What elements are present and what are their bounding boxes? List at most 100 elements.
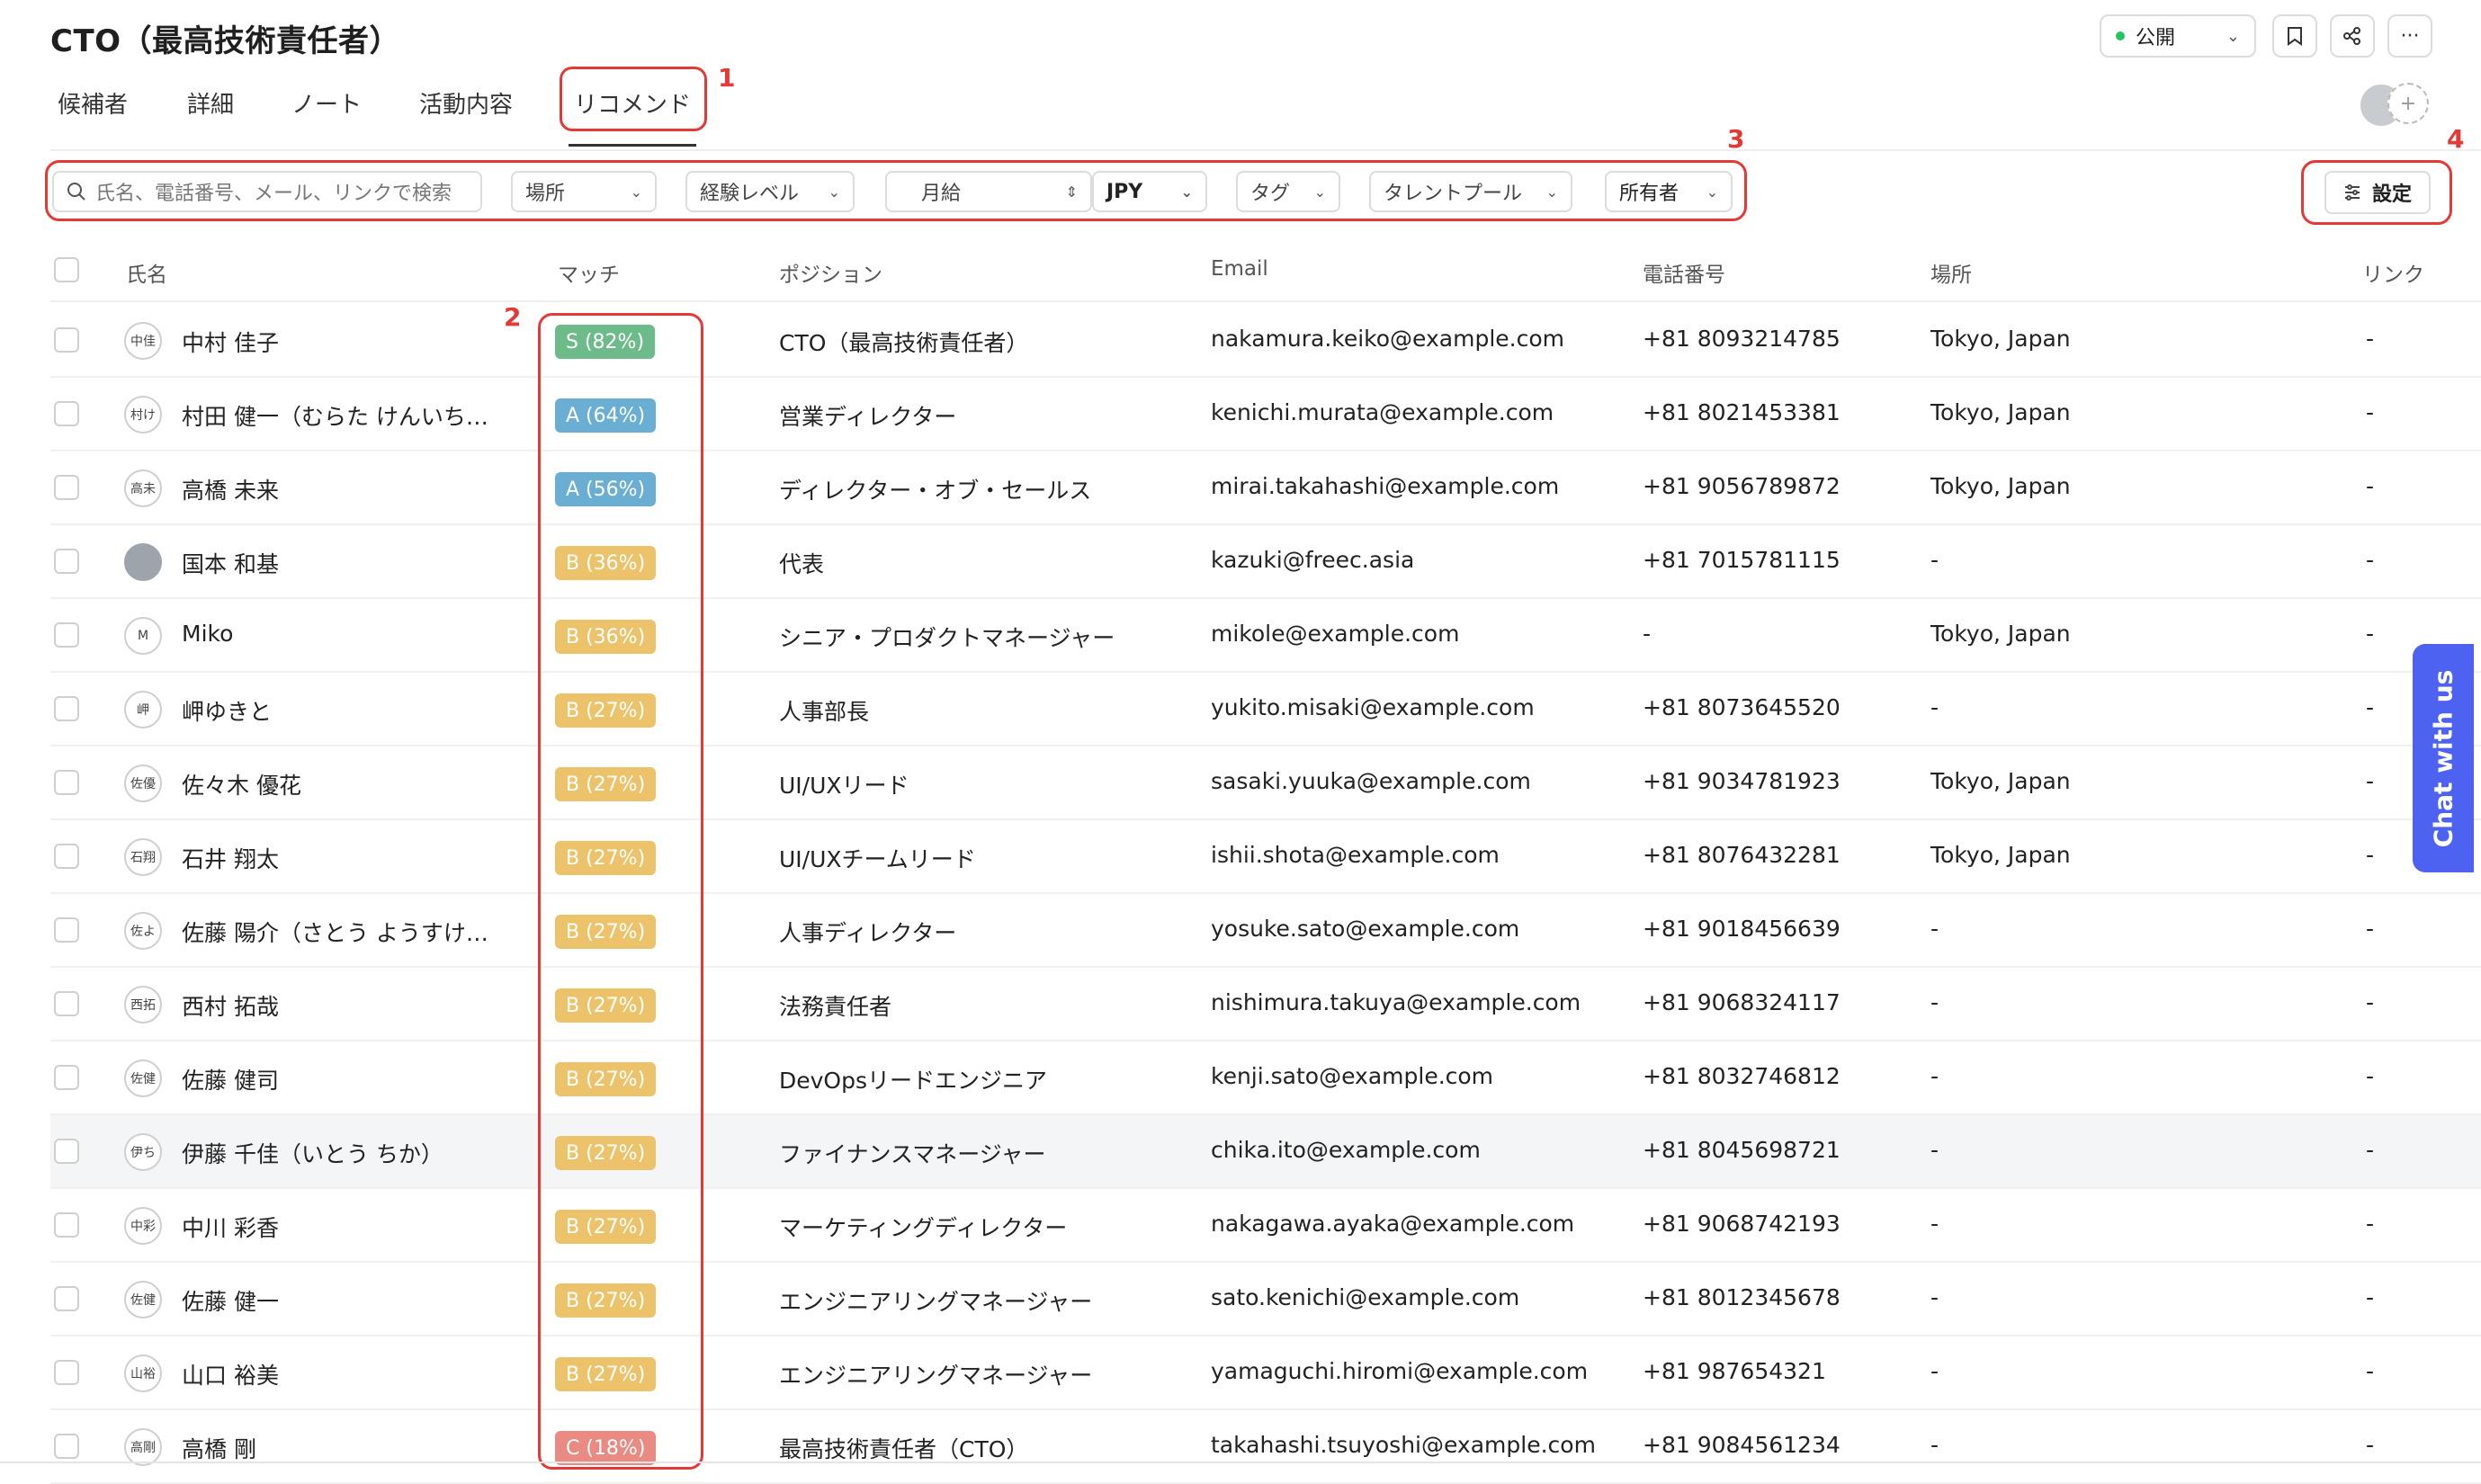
- table-row[interactable]: 中彩 B (27%) 中川 彩香 マーケティングディレクター nakagawa.ayak…: [50, 1189, 2481, 1263]
- collaborators[interactable]: +: [2359, 83, 2431, 128]
- table-row[interactable]: MB (36%) Miko シニア・プロダクトマネージャー mikole@exampl…: [50, 599, 2481, 673]
- table-row[interactable]: 伊ち B (27%) 伊藤 千佳（いとう ちか） ファイナンスマネージャー chika.…: [50, 1115, 2481, 1189]
- table-row[interactable]: 中佳 S (82%) 中村 佳子 CTO（最高技術責任者） nakamura.keiko…: [50, 304, 2481, 378]
- candidate-email[interactable]: kazuki@freec.asia: [1211, 547, 1414, 573]
- column-header-name[interactable]: 氏名: [126, 257, 167, 288]
- status-dot-icon: [2116, 31, 2125, 40]
- candidate-email[interactable]: yamaguchi.hiromi@example.com: [1211, 1358, 1588, 1384]
- row-checkbox[interactable]: [54, 1212, 79, 1238]
- candidate-name[interactable]: 岬ゆきと: [182, 694, 272, 727]
- row-checkbox[interactable]: [54, 401, 79, 426]
- candidate-name[interactable]: 佐藤 健一: [182, 1284, 279, 1317]
- add-collaborator-icon[interactable]: +: [2387, 83, 2429, 124]
- location-filter[interactable]: 場所 ⌄: [511, 171, 657, 212]
- candidate-name[interactable]: 佐藤 陽介（さとう ようすけ…: [182, 916, 488, 948]
- candidate-email[interactable]: nishimura.takuya@example.com: [1211, 989, 1581, 1015]
- candidate-name[interactable]: 村田 健一（むらた けんいち…: [182, 399, 488, 432]
- candidate-email[interactable]: nakagawa.ayaka@example.com: [1211, 1211, 1574, 1237]
- row-checkbox[interactable]: [54, 622, 79, 648]
- candidate-location: -: [1930, 547, 1939, 573]
- row-checkbox[interactable]: [54, 1286, 79, 1311]
- table-row[interactable]: 西拓 B (27%) 西村 拓哉 法務責任者 nishimura.takuya@exam…: [50, 968, 2481, 1041]
- candidate-email[interactable]: yosuke.sato@example.com: [1211, 916, 1519, 942]
- candidate-email[interactable]: kenichi.murata@example.com: [1211, 399, 1554, 425]
- candidate-name[interactable]: 伊藤 千佳（いとう ちか）: [182, 1137, 443, 1169]
- table-row[interactable]: 高未 A (56%) 高橋 未来 ディレクター・オブ・セールス mirai.takaha…: [50, 451, 2481, 525]
- tab-notes[interactable]: ノート: [291, 86, 362, 120]
- search-input[interactable]: 氏名、電話番号、メール、リンクで検索: [52, 171, 482, 212]
- tab-recommend[interactable]: リコメンド: [574, 86, 691, 120]
- row-checkbox[interactable]: [54, 991, 79, 1016]
- column-header-phone[interactable]: 電話番号: [1643, 257, 1725, 288]
- table-row[interactable]: 高剛 C (18%) 高橋 剛最高技術責任者（CTO） takahashi.tsuyo…: [50, 1410, 2481, 1484]
- settings-button[interactable]: 設定: [2324, 171, 2431, 214]
- row-checkbox[interactable]: [54, 1065, 79, 1090]
- column-header-match[interactable]: マッチ: [558, 257, 620, 288]
- candidate-email[interactable]: mirai.takahashi@example.com: [1211, 473, 1559, 499]
- candidate-name[interactable]: 佐藤 健司: [182, 1063, 279, 1095]
- table-row[interactable]: 佐よ B (27%) 佐藤 陽介（さとう ようすけ… 人事ディレクター yosuke.s…: [50, 894, 2481, 968]
- candidate-email[interactable]: sato.kenichi@example.com: [1211, 1284, 1519, 1310]
- table-row[interactable]: 佐健 B (27%) 佐藤 健一 エンジニアリングマネージャー sato.kenichi…: [50, 1263, 2481, 1336]
- more-button[interactable]: ···: [2387, 14, 2432, 58]
- tab-activity[interactable]: 活動内容: [419, 86, 513, 120]
- candidate-email[interactable]: yukito.misaki@example.com: [1211, 694, 1535, 720]
- owner-filter[interactable]: 所有者 ⌄: [1605, 171, 1733, 212]
- talent-pool-filter[interactable]: タレントプール ⌄: [1369, 171, 1572, 212]
- row-checkbox[interactable]: [54, 549, 79, 574]
- candidate-name[interactable]: 中川 彩香: [182, 1211, 279, 1243]
- tab-details[interactable]: 詳細: [187, 86, 234, 120]
- row-checkbox[interactable]: [54, 1360, 79, 1385]
- row-checkbox[interactable]: [54, 770, 79, 795]
- candidate-name[interactable]: Miko: [182, 621, 233, 647]
- candidate-name[interactable]: 高橋 剛: [182, 1432, 256, 1464]
- select-all-checkbox[interactable]: [54, 257, 79, 282]
- candidate-email[interactable]: kenji.sato@example.com: [1211, 1063, 1493, 1089]
- column-header-link[interactable]: リンク: [2362, 257, 2424, 288]
- chat-with-us-button[interactable]: Chat with us: [2413, 644, 2474, 872]
- sliders-icon: [2344, 184, 2360, 201]
- row-checkbox[interactable]: [54, 844, 79, 869]
- candidate-name[interactable]: 高橋 未来: [182, 473, 279, 505]
- candidate-email[interactable]: takahashi.tsuyoshi@example.com: [1211, 1432, 1596, 1458]
- salary-period-select[interactable]: 月給 ⇕: [885, 171, 1092, 212]
- candidate-name[interactable]: 佐々木 優花: [182, 768, 301, 800]
- table-row[interactable]: 村け A (64%) 村田 健一（むらた けんいち… 営業ディレクター kenichi.…: [50, 378, 2481, 451]
- table-row[interactable]: 佐優 B (27%) 佐々木 優花 UI/UXリード sasaki.yuuka@exam…: [50, 746, 2481, 820]
- candidate-name[interactable]: 山口 裕美: [182, 1358, 279, 1390]
- table-row[interactable]: 山裕 B (27%) 山口 裕美 エンジニアリングマネージャー yamaguchi.hi…: [50, 1336, 2481, 1410]
- candidate-position: UI/UXリード: [779, 773, 909, 799]
- bookmark-button[interactable]: [2272, 14, 2317, 58]
- column-header-email[interactable]: Email: [1211, 257, 1268, 281]
- row-checkbox[interactable]: [54, 1139, 79, 1164]
- candidate-name[interactable]: 石井 翔太: [182, 842, 279, 874]
- share-button[interactable]: [2330, 14, 2375, 58]
- candidate-email[interactable]: mikole@example.com: [1211, 621, 1459, 647]
- row-checkbox[interactable]: [54, 696, 79, 721]
- candidate-email[interactable]: ishii.shota@example.com: [1211, 842, 1500, 868]
- candidate-name[interactable]: 国本 和基: [182, 547, 279, 579]
- column-header-position[interactable]: ポジション: [779, 257, 882, 288]
- row-checkbox[interactable]: [54, 327, 79, 353]
- candidate-name[interactable]: 西村 拓哉: [182, 989, 279, 1022]
- column-header-location[interactable]: 場所: [1930, 257, 1972, 288]
- table-row[interactable]: 石翔 B (27%) 石井 翔太 UI/UXチームリード ishii.shota@exa…: [50, 820, 2481, 894]
- table-row[interactable]: B (36%) 国本 和基 代表 kazuki@freec.asia +81 70157…: [50, 525, 2481, 599]
- row-checkbox[interactable]: [54, 917, 79, 943]
- candidate-email[interactable]: chika.ito@example.com: [1211, 1137, 1481, 1163]
- row-checkbox[interactable]: [54, 475, 79, 500]
- candidate-link: -: [2366, 842, 2375, 868]
- row-checkbox[interactable]: [54, 1434, 79, 1459]
- candidate-name[interactable]: 中村 佳子: [182, 326, 279, 358]
- avatar: 中佳: [124, 322, 162, 360]
- visibility-dropdown[interactable]: 公開 ⌄: [2100, 14, 2256, 58]
- tab-candidates[interactable]: 候補者: [58, 86, 128, 120]
- experience-filter[interactable]: 経験レベル ⌄: [685, 171, 855, 212]
- candidate-email[interactable]: nakamura.keiko@example.com: [1211, 326, 1564, 352]
- tag-filter[interactable]: タグ ⌄: [1236, 171, 1340, 212]
- annotation-number-4: 4: [2447, 124, 2465, 154]
- currency-select[interactable]: JPY ⌄: [1092, 171, 1207, 212]
- candidate-email[interactable]: sasaki.yuuka@example.com: [1211, 768, 1531, 794]
- table-row[interactable]: 佐健 B (27%) 佐藤 健司 DevOpsリードエンジニア kenji.sato@e…: [50, 1041, 2481, 1115]
- table-row[interactable]: 岬B (27%) 岬ゆきと 人事部長 yukito.misaki@example.co…: [50, 673, 2481, 746]
